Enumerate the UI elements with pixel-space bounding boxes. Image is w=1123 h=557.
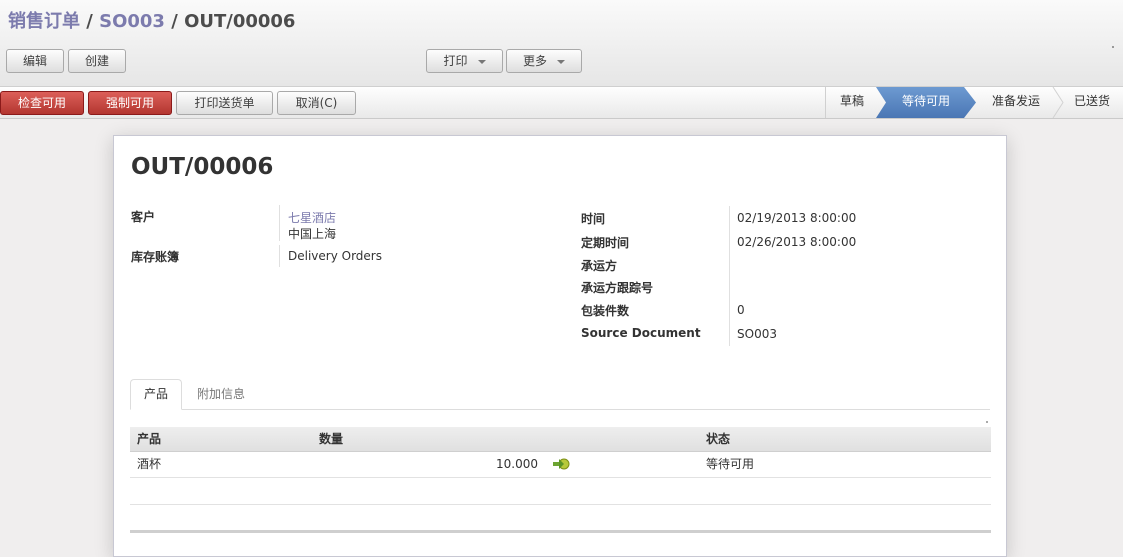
date-value: 02/19/2013 8:00:00 xyxy=(737,211,857,225)
journal-label: 库存账簿 xyxy=(131,250,180,264)
breadcrumb-separator: / xyxy=(164,11,185,32)
scheduled-date-value: 02/26/2013 8:00:00 xyxy=(737,235,857,249)
date-label: 时间 xyxy=(581,212,606,226)
scheduled-date-label: 定期时间 xyxy=(581,236,630,250)
create-button[interactable]: 创建 xyxy=(68,49,126,73)
check-availability-button[interactable]: 检查可用 xyxy=(0,91,84,115)
carrier-label: 承运方 xyxy=(581,259,618,273)
stage-ready[interactable]: 准备发运 xyxy=(976,87,1056,118)
tab-extra-info[interactable]: 附加信息 xyxy=(184,379,258,409)
column-state[interactable]: 状态 xyxy=(706,427,730,451)
form-sheet: OUT/00006 客户 七星酒店 中国上海 库存账簿 Delivery Ord… xyxy=(113,135,1007,557)
more-dropdown-button[interactable]: 更多 xyxy=(506,49,582,73)
chevron-down-icon xyxy=(477,59,486,64)
grid-header: 产品 数量 状态 xyxy=(130,427,991,452)
cancel-button[interactable]: 取消(C) xyxy=(277,91,356,115)
field-divider xyxy=(279,245,280,267)
print-label: 打印 xyxy=(443,54,468,68)
source-document-label: Source Document xyxy=(581,326,701,340)
customer-label: 客户 xyxy=(131,210,156,224)
more-label: 更多 xyxy=(522,54,547,68)
grid-footer xyxy=(130,530,991,533)
stage-waiting-availability[interactable]: 等待可用 xyxy=(876,87,976,118)
packages-value: 0 xyxy=(737,303,745,317)
table-row-empty xyxy=(130,478,991,505)
row-quantity: 10.000 xyxy=(496,457,538,471)
stage-draft[interactable]: 草稿 xyxy=(826,87,878,118)
column-product[interactable]: 产品 xyxy=(137,427,161,451)
breadcrumb-sales-orders[interactable]: 销售订单 xyxy=(8,11,80,32)
journal-value: Delivery Orders xyxy=(288,249,382,263)
tabs-divider xyxy=(130,409,990,410)
source-document-value: SO003 xyxy=(737,327,777,341)
print-dropdown-button[interactable]: 打印 xyxy=(426,49,503,73)
breadcrumb-separator: / xyxy=(80,11,100,32)
record-title: OUT/00006 xyxy=(131,154,274,180)
customer-address: 中国上海 xyxy=(288,227,337,241)
control-panel: 销售订单 / SO003 / OUT/00006 编辑 创建 打印 更多 xyxy=(0,0,1123,87)
row-state: 等待可用 xyxy=(706,457,755,471)
edit-button[interactable]: 编辑 xyxy=(6,49,64,73)
status-bar: 检查可用 强制可用 打印送货单 取消(C) 草稿 等待可用 准备发运 已送货 xyxy=(0,87,1123,119)
breadcrumb-current: OUT/00006 xyxy=(184,11,296,32)
grid-resize-dot xyxy=(986,421,988,423)
tab-products[interactable]: 产品 xyxy=(130,379,183,410)
breadcrumb: 销售订单 / SO003 / OUT/00006 xyxy=(8,7,295,33)
column-quantity[interactable]: 数量 xyxy=(319,427,343,451)
stage-pipeline: 草稿 等待可用 准备发运 已送货 xyxy=(825,87,1123,118)
availability-arrow-icon[interactable] xyxy=(552,458,570,470)
stage-done[interactable]: 已送货 xyxy=(1062,87,1122,118)
breadcrumb-so003[interactable]: SO003 xyxy=(99,11,165,32)
pager-dot xyxy=(1112,46,1114,48)
force-availability-button[interactable]: 强制可用 xyxy=(88,91,172,115)
row-product: 酒杯 xyxy=(137,457,162,471)
field-divider xyxy=(729,206,730,346)
packages-label: 包装件数 xyxy=(581,304,630,318)
table-row[interactable]: 酒杯 10.000 等待可用 xyxy=(130,451,991,478)
customer-link[interactable]: 七星酒店 xyxy=(288,209,336,226)
print-delivery-slip-button[interactable]: 打印送货单 xyxy=(176,91,273,115)
carrier-tracking-label: 承运方跟踪号 xyxy=(581,281,654,295)
field-divider xyxy=(279,205,280,241)
chevron-down-icon xyxy=(557,59,565,64)
